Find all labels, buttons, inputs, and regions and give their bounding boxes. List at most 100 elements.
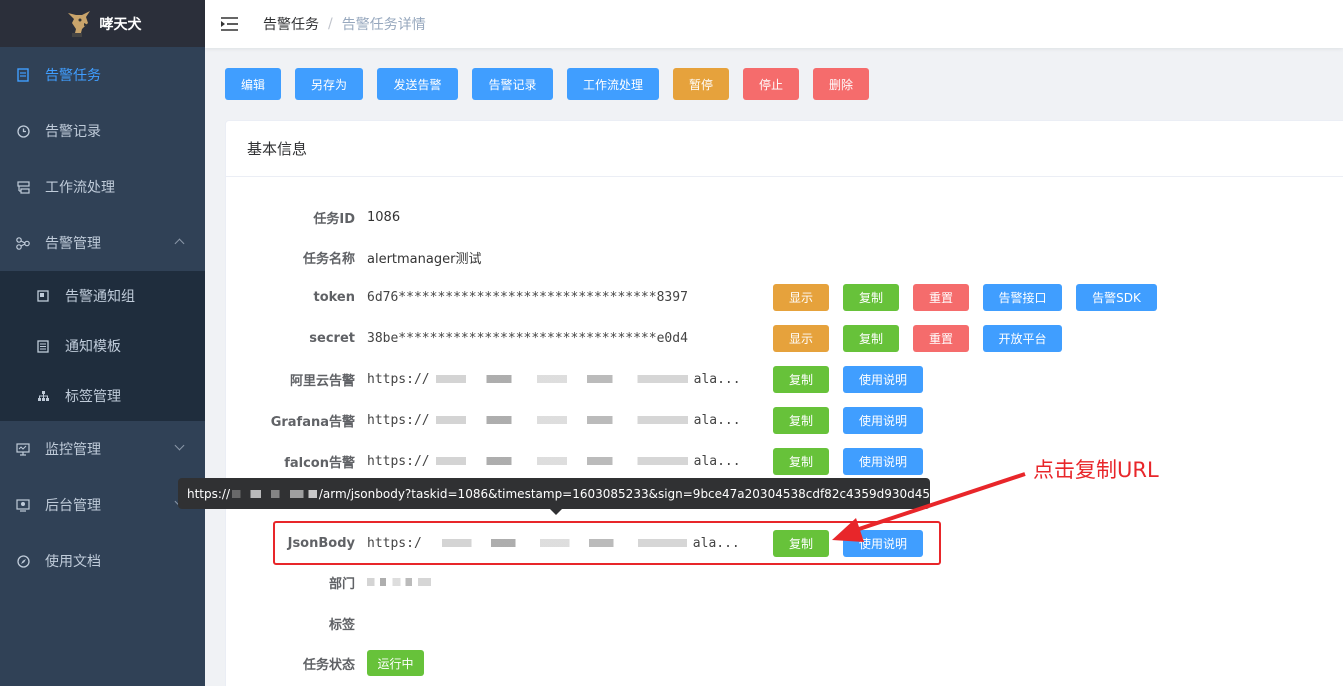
pause-button[interactable]: 暂停 — [673, 68, 729, 100]
redacted-blur — [435, 457, 688, 465]
card-title: 基本信息 — [226, 121, 1343, 177]
logo: 哮天犬 — [0, 0, 205, 47]
redacted-blur — [367, 578, 431, 586]
status-badge-wrap: 运行中 — [367, 650, 424, 676]
grafana-actions: 复制 使用说明 — [773, 406, 923, 434]
field-grafana-url: Grafana告警 https:// ala... 复制 使用说明 — [226, 404, 1226, 436]
sidebar: 哮天犬 告警任务 告警记录 工作流处理 告警管理 告警通知组 通知模板 标签管理… — [0, 0, 205, 686]
show-token-button[interactable]: 显示 — [773, 283, 829, 311]
annotation-text: 点击复制URL — [1033, 458, 1159, 482]
hamburger-icon[interactable] — [221, 17, 239, 31]
field-value: alertmanager测试 — [367, 251, 482, 267]
show-secret-button[interactable]: 显示 — [773, 324, 829, 352]
dog-logo-icon — [64, 9, 92, 39]
sidebar-item-tag-management[interactable]: 标签管理 — [0, 371, 205, 421]
url-suffix: ala... — [693, 412, 741, 428]
sidebar-item-docs[interactable]: 使用文档 — [0, 533, 205, 589]
secret-actions: 显示 复制 重置 开放平台 — [773, 324, 1062, 352]
sidebar-item-label: 告警记录 — [45, 124, 101, 140]
send-alert-button[interactable]: 发送告警 — [377, 68, 458, 100]
redacted-blur — [435, 416, 688, 424]
url-prefix: https:// — [367, 371, 430, 387]
sidebar-item-admin[interactable]: 后台管理 — [0, 477, 205, 533]
monitor-icon — [16, 442, 30, 456]
chevron-down-icon — [174, 440, 185, 451]
alert-sdk-button[interactable]: 告警SDK — [1076, 283, 1157, 311]
field-label: 标签 — [328, 617, 355, 633]
redacted-blur — [232, 489, 317, 498]
sidebar-item-label: 告警任务 — [45, 68, 101, 84]
stop-button[interactable]: 停止 — [743, 68, 799, 100]
field-task-name: 任务名称 alertmanager测试 — [226, 241, 1226, 273]
url-suffix: ala... — [693, 371, 741, 387]
field-value: 1086 — [367, 209, 401, 225]
copy-grafana-url-button[interactable]: 复制 — [773, 406, 829, 434]
url-value: https:// ala... — [367, 372, 741, 387]
alert-api-button[interactable]: 告警接口 — [983, 283, 1062, 311]
sidebar-item-label: 通知模板 — [65, 339, 121, 355]
field-label: secret — [309, 330, 355, 346]
open-platform-button[interactable]: 开放平台 — [983, 324, 1062, 352]
reset-secret-button[interactable]: 重置 — [913, 324, 969, 352]
save-as-button[interactable]: 另存为 — [295, 68, 363, 100]
clock-icon — [16, 124, 30, 138]
field-label: 阿里云告警 — [289, 373, 355, 389]
admin-icon — [16, 498, 30, 512]
token-value: 6d76*********************************839… — [367, 289, 688, 305]
sidebar-item-label: 工作流处理 — [45, 180, 115, 196]
url-value: https:// ala... — [367, 454, 741, 469]
template-icon — [36, 339, 50, 353]
cluster-icon — [16, 236, 30, 250]
field-label: 任务ID — [313, 211, 355, 227]
compass-icon — [16, 554, 30, 568]
action-toolbar: 编辑 另存为 发送告警 告警记录 工作流处理 暂停 停止 删除 — [225, 68, 869, 100]
copy-token-button[interactable]: 复制 — [843, 283, 899, 311]
sidebar-item-alert-management[interactable]: 告警管理 — [0, 215, 205, 271]
field-tags: 标签 — [226, 607, 1226, 639]
grafana-help-button[interactable]: 使用说明 — [843, 406, 923, 434]
alert-records-button[interactable]: 告警记录 — [472, 68, 553, 100]
edit-button[interactable]: 编辑 — [225, 68, 281, 100]
aliyun-help-button[interactable]: 使用说明 — [843, 365, 923, 393]
url-value: https:// ala... — [367, 413, 741, 428]
delete-button[interactable]: 删除 — [813, 68, 869, 100]
field-label: 任务状态 — [302, 657, 355, 673]
redacted-blur — [435, 375, 688, 383]
breadcrumb-parent[interactable]: 告警任务 — [263, 14, 319, 34]
chevron-up-icon — [174, 238, 185, 249]
sidebar-item-label: 告警管理 — [45, 236, 101, 252]
field-task-id: 任务ID 1086 — [226, 201, 1226, 233]
workflow-icon — [16, 180, 30, 194]
field-aliyun-url: 阿里云告警 https:// ala... 复制 使用说明 — [226, 363, 1226, 395]
copy-secret-button[interactable]: 复制 — [843, 324, 899, 352]
reset-token-button[interactable]: 重置 — [913, 283, 969, 311]
field-label: token — [313, 289, 355, 305]
copy-aliyun-url-button[interactable]: 复制 — [773, 365, 829, 393]
secret-value: 38be*********************************e0d… — [367, 330, 688, 346]
field-label: Grafana告警 — [270, 414, 355, 430]
sidebar-item-alert-tasks[interactable]: 告警任务 — [0, 47, 205, 103]
sidebar-item-workflow[interactable]: 工作流处理 — [0, 159, 205, 215]
url-prefix: https:// — [367, 412, 430, 428]
annotation-arrow-icon — [832, 472, 1026, 542]
sidebar-item-label: 告警通知组 — [65, 289, 135, 305]
field-label: falcon告警 — [284, 455, 355, 471]
url-suffix: ala... — [693, 453, 741, 469]
submenu-alert-management: 告警通知组 通知模板 标签管理 — [0, 271, 205, 421]
field-label: 部门 — [328, 576, 355, 592]
aliyun-actions: 复制 使用说明 — [773, 365, 923, 393]
sidebar-item-monitor-management[interactable]: 监控管理 — [0, 421, 205, 477]
token-actions: 显示 复制 重置 告警接口 告警SDK — [773, 283, 1157, 311]
document-icon — [16, 68, 30, 82]
sidebar-item-notify-templates[interactable]: 通知模板 — [0, 321, 205, 371]
sidebar-item-alert-records[interactable]: 告警记录 — [0, 103, 205, 159]
sidebar-item-notify-groups[interactable]: 告警通知组 — [0, 271, 205, 321]
field-task-status: 任务状态 运行中 — [226, 647, 1226, 679]
tooltip-prefix: https:// — [187, 486, 231, 501]
breadcrumb-separator: / — [328, 16, 333, 32]
breadcrumb: 告警任务 / 告警任务详情 — [263, 14, 426, 34]
sidebar-item-label: 监控管理 — [45, 442, 101, 458]
field-secret: secret 38be*****************************… — [226, 322, 1226, 354]
url-tooltip: https:///arm/jsonbody?taskid=1086&timest… — [178, 478, 930, 515]
workflow-button[interactable]: 工作流处理 — [567, 68, 659, 100]
